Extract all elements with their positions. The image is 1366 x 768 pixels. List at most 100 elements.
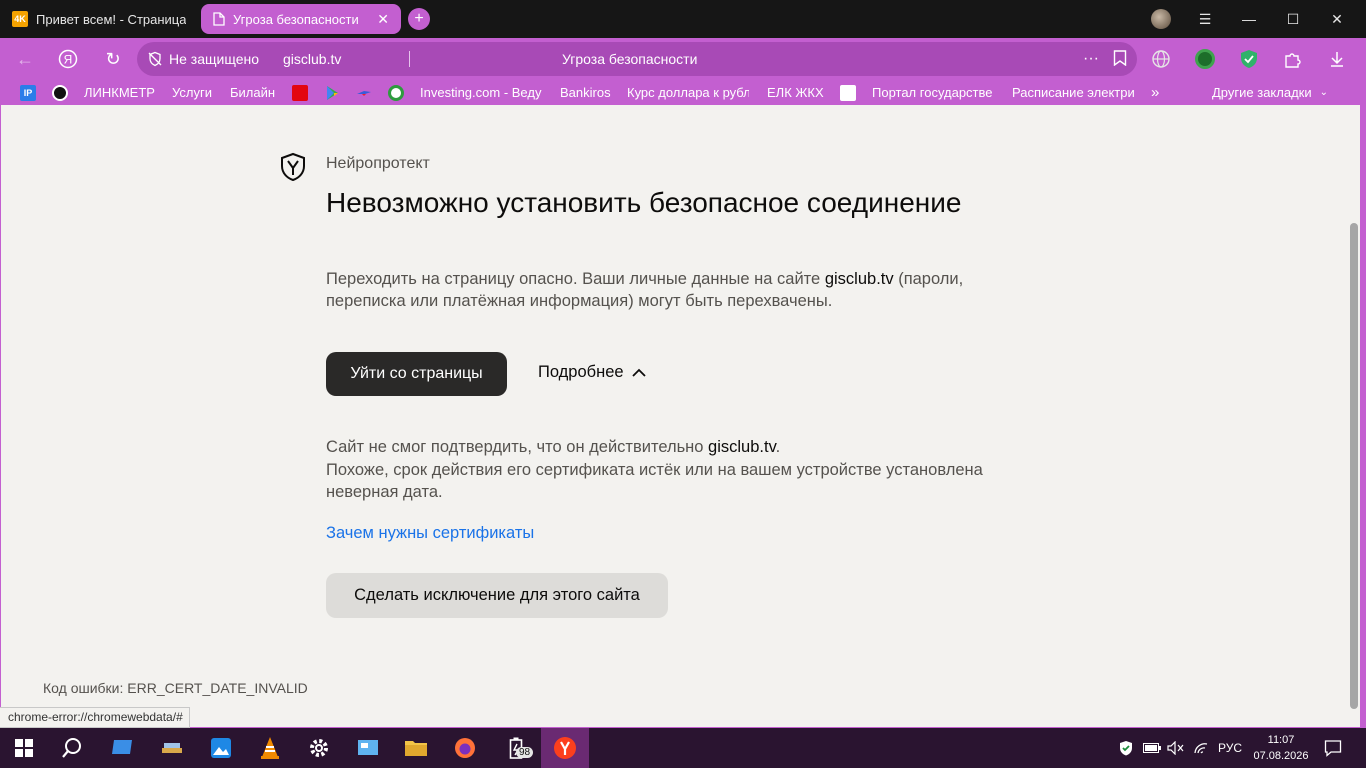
profile-avatar[interactable]: [1151, 9, 1171, 29]
adguard-shield-icon[interactable]: [1239, 49, 1259, 69]
taskbar-yandex-browser[interactable]: [541, 728, 589, 768]
bookmark-bird[interactable]: [356, 80, 372, 105]
new-tab-button[interactable]: +: [408, 8, 430, 30]
taskbar-app-3[interactable]: [197, 728, 245, 768]
shield-check-icon: [1120, 741, 1132, 756]
wifi-icon: [1194, 743, 1208, 754]
details-line1-end: .: [775, 438, 781, 456]
details-toggle[interactable]: Подробнее: [538, 363, 646, 382]
defender-tray-icon[interactable]: [1118, 728, 1134, 768]
play-icon: [327, 85, 338, 100]
bookmark-mts[interactable]: [292, 80, 308, 105]
add-exception-button[interactable]: Сделать исключение для этого сайта: [326, 573, 668, 618]
bookmark-label: ЕЛК ЖКХ: [767, 85, 824, 100]
speaker-muted-icon: [1167, 741, 1184, 755]
taskbar-firefox[interactable]: [441, 728, 489, 768]
language-indicator[interactable]: РУС: [1218, 728, 1242, 768]
bookmark-investing[interactable]: Investing.com - Веду: [420, 80, 542, 105]
taskbar-app-1[interactable]: [98, 728, 146, 768]
leave-page-button[interactable]: Уйти со страницы: [326, 352, 507, 396]
certificates-link[interactable]: Зачем нужны сертификаты: [326, 524, 534, 543]
menu-icon[interactable]: ☰: [1183, 0, 1227, 38]
bookmark-label: Курс доллара к рубл: [627, 85, 749, 100]
address-bar[interactable]: Не защищено gisclub.tv Угроза безопаснос…: [137, 42, 1137, 76]
system-clock[interactable]: 11:07 07.08.2026: [1250, 732, 1312, 764]
bookmark-ip[interactable]: IP: [20, 80, 36, 105]
chevron-down-icon: ⌄: [1319, 87, 1328, 98]
other-bookmarks[interactable]: Другие закладки ⌄: [1212, 80, 1328, 105]
brand-name: Нейропротект: [326, 155, 430, 172]
bookmark-uslugi[interactable]: Услуги: [172, 80, 212, 105]
minimize-icon[interactable]: —: [1227, 0, 1271, 38]
window-frame: [1360, 105, 1366, 727]
extension-circle-icon[interactable]: [1195, 49, 1215, 69]
maximize-icon[interactable]: ☐: [1271, 0, 1315, 38]
bookmark-beeline[interactable]: Билайн: [230, 80, 275, 105]
folder-icon: [405, 741, 427, 756]
tab-title: Привет всем! - Страница: [36, 11, 187, 27]
battery-icon: [1143, 743, 1161, 753]
clock-date: 07.08.2026: [1253, 750, 1309, 762]
security-indicator[interactable]: Не защищено: [147, 42, 259, 76]
details-label: Подробнее: [538, 363, 624, 381]
bookmark-label: Investing.com - Веду: [420, 85, 542, 100]
bookmark-icon[interactable]: [1113, 50, 1127, 66]
taskbar-battery-app[interactable]: 98: [492, 728, 540, 768]
neuroprotect-shield-icon: [281, 152, 305, 182]
bookmark-speedtest[interactable]: [52, 80, 68, 105]
tab-active[interactable]: Угроза безопасности ✕: [201, 4, 401, 34]
taskbar-app-2[interactable]: [148, 728, 196, 768]
details-domain: gisclub.tv: [708, 438, 776, 456]
bookmark-label: ЛИНКМЕТР: [84, 85, 155, 100]
taskbar-vlc[interactable]: [246, 728, 294, 768]
search-button[interactable]: [48, 728, 96, 768]
vlc-cone-icon: [261, 737, 279, 759]
taskbar-explorer[interactable]: [392, 728, 440, 768]
scrollbar-thumb[interactable]: [1350, 223, 1358, 709]
battery-tray-icon[interactable]: [1143, 728, 1161, 768]
taskbar-app-4[interactable]: [344, 728, 392, 768]
remote-desktop-icon: [112, 740, 132, 754]
status-bar-url: chrome-error://chromewebdata/#: [0, 707, 190, 728]
taskbar-settings[interactable]: [295, 728, 343, 768]
more-bookmarks-icon[interactable]: »: [1151, 80, 1159, 105]
control-panel-icon: [358, 740, 378, 755]
tab-inactive[interactable]: 4K Привет всем! - Страница: [0, 4, 196, 34]
volume-tray-icon[interactable]: [1167, 728, 1185, 768]
flower-icon: [388, 84, 404, 101]
reload-icon[interactable]: ↻: [98, 38, 128, 80]
start-button[interactable]: [0, 728, 48, 768]
extensions-puzzle-icon[interactable]: [1283, 49, 1303, 69]
bookmark-flower[interactable]: [388, 80, 404, 105]
page-heading: Невозможно установить безопасное соедине…: [326, 187, 962, 218]
back-icon[interactable]: ←: [10, 38, 40, 80]
globe-icon[interactable]: [1151, 49, 1171, 69]
bookmark-kurs-dollara[interactable]: Курс доллара к рубл: [627, 80, 749, 105]
bookmark-label: Bankiros: [560, 85, 611, 100]
bookmark-gosuslugi[interactable]: Портал государстве: [840, 80, 996, 105]
close-tab-icon[interactable]: ✕: [377, 11, 389, 28]
details-line2: Похоже, срок действия его сертификата ис…: [326, 460, 983, 502]
bookmark-linkmetr[interactable]: ЛИНКМЕТР: [84, 80, 155, 105]
close-window-icon[interactable]: ✕: [1315, 0, 1359, 38]
security-label: Не защищено: [169, 51, 259, 67]
taskbar: 98 РУС 11:07 07.08.2026: [0, 728, 1366, 768]
bookmark-raspisanie[interactable]: Расписание электри: [1012, 80, 1136, 105]
yandex-logo-icon[interactable]: Я: [53, 38, 83, 80]
url-text[interactable]: gisclub.tv: [283, 42, 341, 76]
more-icon[interactable]: ···: [1083, 42, 1099, 76]
details-text: Сайт не смог подтвердить, что он действи…: [326, 436, 1026, 504]
download-icon[interactable]: [1327, 49, 1347, 69]
error-page: Нейропротект Невозможно установить безоп…: [0, 105, 1346, 727]
bookmarks-bar: IP ЛИНКМЕТР Услуги Билайн Investing.com …: [0, 80, 1366, 105]
action-center-button[interactable]: [1324, 728, 1342, 768]
network-tray-icon[interactable]: [1193, 728, 1209, 768]
4k-icon: 4K: [12, 11, 28, 27]
bookmark-play[interactable]: [324, 80, 340, 105]
bookmark-label: Билайн: [230, 85, 276, 100]
bookmark-label: Портал государстве: [872, 85, 993, 100]
bookmark-elk-zhkh[interactable]: ЕЛК ЖКХ: [767, 80, 824, 105]
gear-icon: [310, 739, 328, 757]
details-line1: Сайт не смог подтвердить, что он действи…: [326, 438, 709, 456]
bookmark-bankiros[interactable]: Bankiros: [560, 80, 611, 105]
